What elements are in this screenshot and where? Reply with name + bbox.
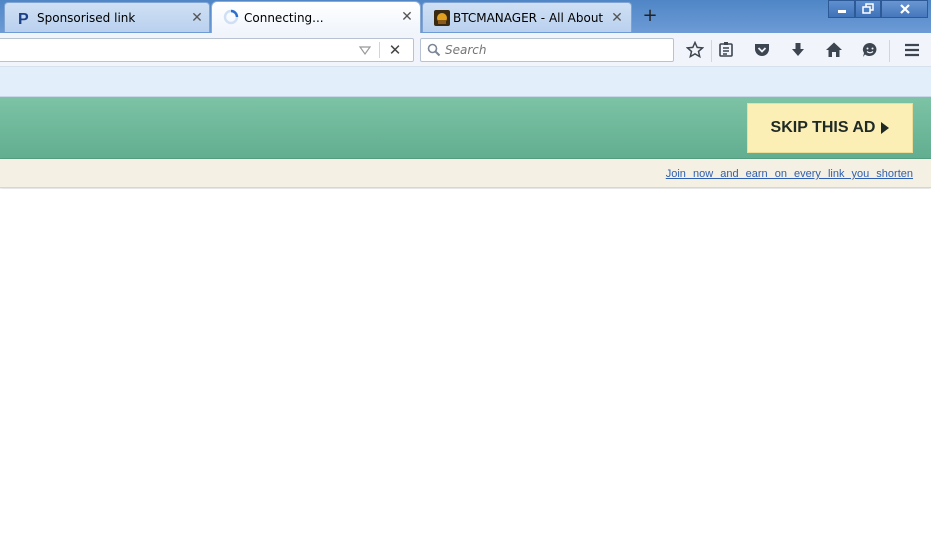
home-button[interactable] (822, 39, 846, 61)
home-icon (826, 42, 842, 57)
close-tab-icon[interactable]: ✕ (399, 9, 415, 25)
btcmanager-favicon-icon (434, 10, 450, 26)
download-arrow-icon (792, 43, 804, 56)
close-window-button[interactable] (881, 0, 928, 18)
tab-title: Connecting... (244, 10, 324, 25)
tab-title: BTCMANAGER - All About ... (453, 10, 603, 25)
tab-connecting[interactable]: Connecting... ✕ (211, 1, 421, 33)
restore-button[interactable] (855, 0, 881, 18)
search-box[interactable] (420, 38, 674, 62)
close-tab-icon[interactable]: ✕ (189, 10, 205, 26)
tab-sponsorised-link[interactable]: P Sponsorised link ✕ (4, 2, 210, 32)
search-input[interactable] (445, 40, 665, 60)
ad-header-bar: SKIP THIS AD (0, 97, 931, 159)
toolbar-separator (711, 40, 712, 62)
downloads-button[interactable] (786, 39, 810, 61)
hello-chat-button[interactable] (858, 39, 882, 61)
bookmarks-toolbar (0, 67, 931, 97)
close-tab-icon[interactable]: ✕ (609, 10, 625, 26)
bookmarks-menu-button[interactable] (714, 39, 738, 61)
page-content-area (0, 189, 931, 558)
new-tab-button[interactable]: + (640, 6, 660, 26)
history-dropdown-icon[interactable] (357, 43, 373, 57)
pocket-icon (755, 44, 769, 56)
p-logo-icon: P (18, 11, 29, 27)
join-now-link[interactable]: Join now and earn on every link you shor… (666, 168, 913, 180)
open-menu-button[interactable] (900, 39, 924, 61)
minimize-icon (837, 10, 846, 13)
skip-ad-label: SKIP THIS AD (770, 119, 876, 136)
svg-text:P: P (18, 11, 29, 27)
search-icon (427, 43, 441, 57)
tab-btcmanager[interactable]: BTCMANAGER - All About ... ✕ (422, 2, 632, 32)
tab-title: Sponsorised link (37, 10, 136, 25)
bookmarks-list-icon (719, 42, 733, 57)
url-bar[interactable]: ✕ (0, 38, 414, 62)
close-window-icon (899, 4, 910, 14)
play-arrow-icon (881, 122, 890, 134)
chat-smiley-icon (862, 42, 877, 57)
navigation-toolbar: ✕ (0, 33, 931, 67)
hamburger-menu-icon (905, 43, 919, 57)
pocket-button[interactable] (750, 39, 774, 61)
promo-bar: Join now and earn on every link you shor… (0, 159, 931, 188)
toolbar-separator (889, 40, 890, 62)
restore-icon (862, 3, 874, 14)
tab-strip: P Sponsorised link ✕ Connecting... ✕ BTC… (0, 0, 931, 33)
stop-loading-button[interactable]: ✕ (385, 41, 405, 59)
loading-spinner-icon (223, 9, 239, 25)
skip-ad-button[interactable]: SKIP THIS AD (747, 103, 913, 153)
bookmark-star-button[interactable] (683, 39, 707, 61)
star-icon (686, 41, 704, 59)
url-bar-separator (379, 42, 380, 58)
minimize-button[interactable] (828, 0, 855, 18)
